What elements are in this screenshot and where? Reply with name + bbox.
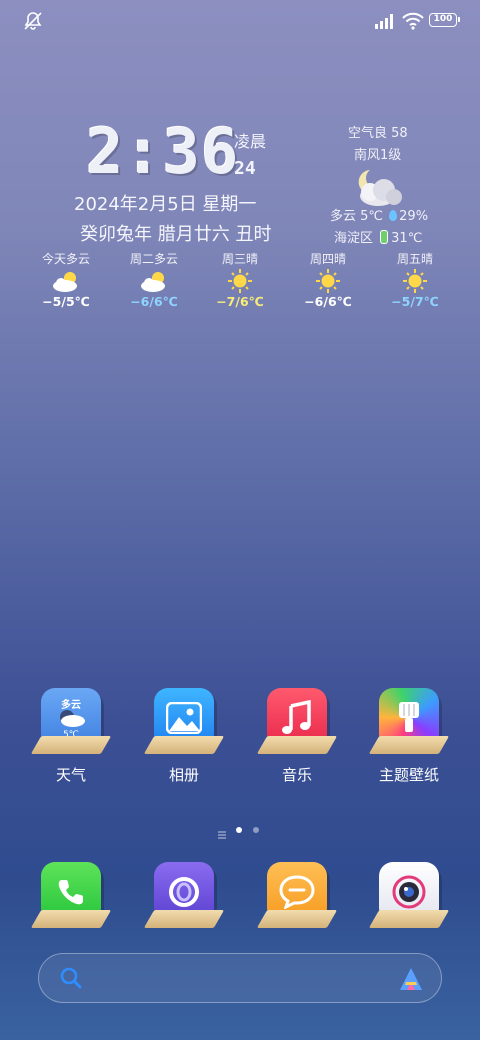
app-label: 天气 [55, 766, 86, 784]
wifi-icon [402, 12, 424, 30]
app-label: 主题壁纸 [378, 766, 439, 784]
icon-pedestal [143, 910, 225, 928]
status-bar: 100 [0, 0, 480, 44]
ai-assistant-icon[interactable] [397, 965, 425, 993]
air-quality: 空气良 58 [348, 126, 408, 141]
dock-browser[interactable] [139, 862, 229, 928]
icon-pedestal [368, 910, 450, 928]
clock-time: 2:36 [86, 115, 240, 188]
app-weather[interactable]: 多云 5℃ 天气 [26, 688, 116, 785]
forecast-temp: −5/5℃ [42, 294, 90, 309]
clock-seconds: 24 [234, 158, 256, 179]
icon-pedestal [143, 736, 225, 754]
page-dot-active [236, 827, 242, 833]
humidity-value: 29% [399, 209, 429, 224]
paintbrush-icon [399, 702, 419, 732]
vibrate-mute-icon [24, 12, 42, 30]
sunny-icon [316, 269, 340, 293]
dock-camera[interactable] [364, 862, 454, 928]
chat-bubble-icon [279, 875, 315, 909]
forecast-label: 今天多云 [41, 252, 90, 266]
cell-signal-icon [375, 14, 393, 29]
forecast-day: 今天多云 −5/5℃ [26, 250, 106, 309]
partly-cloudy-icon [53, 272, 77, 292]
humidity-drop-icon [389, 210, 398, 221]
app-label: 音乐 [281, 766, 312, 784]
forecast-label: 周五晴 [396, 252, 433, 266]
wind: 南风1级 [354, 148, 402, 163]
icon-pedestal [368, 736, 450, 754]
forecast-day: 周五晴 −5/7℃ [375, 250, 455, 309]
location-line: 海淀区 31℃ [334, 227, 422, 246]
night-cloudy-icon [358, 170, 402, 206]
forecast-temp: −6/6℃ [130, 294, 178, 309]
dock-messages[interactable] [252, 862, 342, 928]
icon-pedestal [30, 736, 112, 754]
search-icon[interactable] [59, 966, 83, 990]
music-note-icon [282, 700, 311, 734]
app-music[interactable]: 音乐 [252, 688, 342, 785]
current-condition: 多云 5℃ 29% [330, 205, 428, 224]
forecast-temp: −7/6℃ [216, 294, 264, 309]
image-icon [166, 702, 202, 734]
forecast-day: 周三晴 −7/6℃ [200, 250, 280, 309]
app-themes[interactable]: 主题壁纸 [364, 688, 454, 785]
location-name: 海淀区 [334, 231, 374, 246]
page-list-icon [218, 825, 226, 839]
forecast-label: 周二多云 [129, 252, 178, 266]
search-bar[interactable] [38, 953, 442, 1003]
phone-handset-icon [58, 880, 83, 905]
gregorian-date: 2024年2月5日 星期一 [74, 194, 257, 215]
battery-indicator: 100 [429, 13, 460, 27]
indoor-temp: 31℃ [391, 231, 423, 246]
forecast-label: 周四晴 [309, 252, 346, 266]
dock-phone[interactable] [26, 862, 116, 928]
app-gallery[interactable]: 相册 [139, 688, 229, 785]
forecast-temp: −6/6℃ [304, 294, 352, 309]
icon-pedestal [256, 910, 338, 928]
thermometer-icon [380, 230, 389, 244]
sunny-icon [403, 269, 427, 293]
sunny-icon [228, 269, 252, 293]
forecast-temp: −5/7℃ [391, 294, 439, 309]
page-dot [253, 827, 259, 833]
app-label: 相册 [168, 766, 199, 784]
forecast-label: 周三晴 [221, 252, 258, 266]
condition-text: 多云 5℃ [330, 209, 384, 224]
icon-pedestal [256, 736, 338, 754]
lunar-date: 癸卯兔年 腊月廿六 丑时 [80, 224, 272, 245]
forecast-day: 周四晴 −6/6℃ [288, 250, 368, 309]
icon-pedestal [30, 910, 112, 928]
browser-orbit-icon [169, 877, 199, 907]
camera-lens-icon [392, 875, 426, 909]
forecast-day: 周二多云 −6/6℃ [114, 250, 194, 309]
clock-period: 凌晨 [234, 132, 267, 151]
partly-cloudy-icon [141, 272, 165, 292]
partly-cloudy-icon [60, 710, 85, 727]
